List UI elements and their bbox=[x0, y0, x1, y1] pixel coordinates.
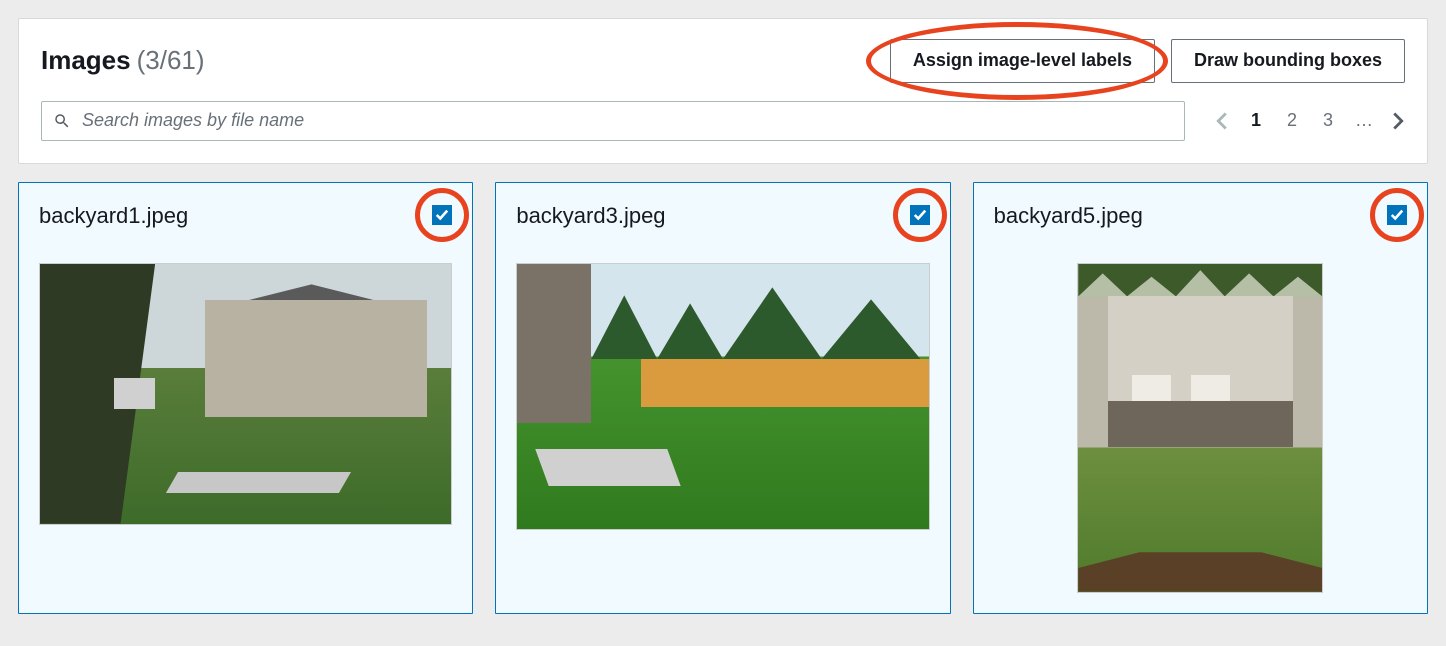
page-3[interactable]: 3 bbox=[1319, 108, 1337, 133]
check-icon bbox=[1390, 208, 1404, 222]
panel-count: (3/61) bbox=[137, 45, 205, 76]
select-checkbox[interactable] bbox=[1387, 205, 1407, 225]
assign-labels-button[interactable]: Assign image-level labels bbox=[890, 39, 1155, 83]
image-cards: backyard1.jpeg backyard3.jpeg bbox=[0, 182, 1446, 614]
images-panel: Images (3/61) Assign image-level labels … bbox=[18, 18, 1428, 164]
chevron-left-icon bbox=[1215, 111, 1229, 131]
image-card[interactable]: backyard3.jpeg bbox=[495, 182, 950, 614]
panel-title-wrap: Images (3/61) bbox=[41, 45, 205, 76]
card-header: backyard3.jpeg bbox=[516, 203, 929, 229]
panel-title: Images bbox=[41, 45, 131, 76]
search-input[interactable] bbox=[41, 101, 1185, 141]
image-card[interactable]: backyard1.jpeg bbox=[18, 182, 473, 614]
image-thumbnail[interactable] bbox=[516, 263, 929, 530]
panel-controls: 1 2 3 … bbox=[41, 101, 1405, 141]
pagination: 1 2 3 … bbox=[1215, 108, 1405, 133]
check-icon bbox=[435, 208, 449, 222]
card-header: backyard1.jpeg bbox=[39, 203, 452, 229]
header-buttons: Assign image-level labels Draw bounding … bbox=[890, 39, 1405, 83]
check-icon bbox=[913, 208, 927, 222]
next-page-button[interactable] bbox=[1391, 111, 1405, 131]
image-filename: backyard5.jpeg bbox=[994, 203, 1143, 229]
image-thumbnail[interactable] bbox=[1077, 263, 1323, 593]
search-icon bbox=[53, 112, 71, 130]
image-filename: backyard1.jpeg bbox=[39, 203, 188, 229]
page-2[interactable]: 2 bbox=[1283, 108, 1301, 133]
search-input-wrap bbox=[41, 101, 1185, 141]
card-header: backyard5.jpeg bbox=[994, 203, 1407, 229]
page-ellipsis: … bbox=[1355, 110, 1373, 131]
prev-page-button[interactable] bbox=[1215, 111, 1229, 131]
panel-header: Images (3/61) Assign image-level labels … bbox=[41, 39, 1405, 83]
image-thumbnail[interactable] bbox=[39, 263, 452, 525]
select-checkbox[interactable] bbox=[432, 205, 452, 225]
image-card[interactable]: backyard5.jpeg bbox=[973, 182, 1428, 614]
page-1[interactable]: 1 bbox=[1247, 108, 1265, 133]
select-checkbox[interactable] bbox=[910, 205, 930, 225]
chevron-right-icon bbox=[1391, 111, 1405, 131]
image-filename: backyard3.jpeg bbox=[516, 203, 665, 229]
draw-boxes-button[interactable]: Draw bounding boxes bbox=[1171, 39, 1405, 83]
